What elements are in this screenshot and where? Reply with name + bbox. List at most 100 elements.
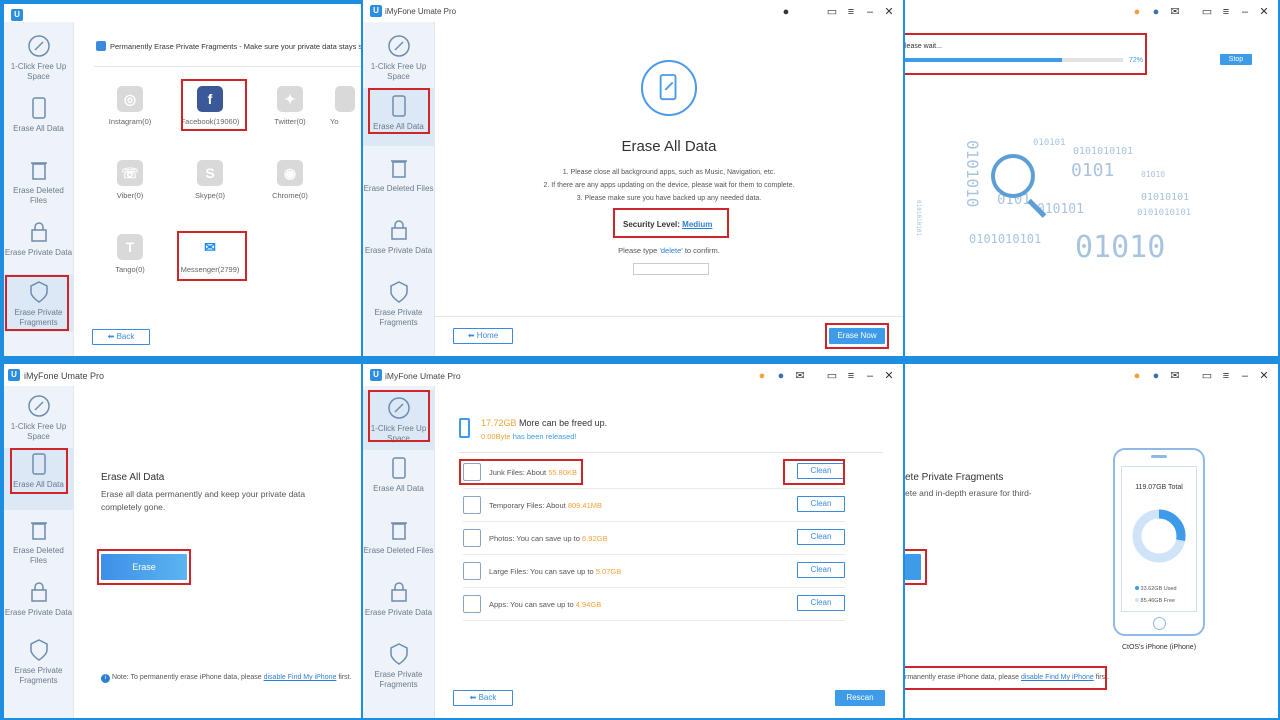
sidebar-item-label: Erase All Data — [13, 124, 64, 133]
sidebar-item-erase-all-data[interactable]: Erase All Data — [363, 88, 434, 146]
freed-text: More can be freed up. — [519, 418, 608, 428]
page-title: ete Private Fragments — [905, 472, 1004, 483]
sidebar-item-erase-deleted[interactable]: Erase Deleted Files — [4, 158, 73, 205]
legend-label: 85.46GB Free — [1140, 598, 1176, 604]
phone-erase-icon — [641, 60, 697, 116]
mail-icon[interactable]: ✉ — [1169, 369, 1181, 382]
menu-icon[interactable]: ≡ — [845, 370, 857, 382]
user-icon[interactable]: ● — [1150, 6, 1162, 18]
app-instagram[interactable]: ◎ Instagram(0) — [95, 86, 165, 126]
stop-button[interactable]: Stop — [1220, 54, 1252, 65]
menu-icon[interactable]: ≡ — [1220, 370, 1232, 382]
erase-now-button[interactable]: Erase Now — [829, 328, 885, 344]
sidebar-item-free-up-space[interactable]: 1-Click Free Up Space — [4, 34, 73, 92]
minimize-icon[interactable]: – — [864, 370, 876, 382]
app-messenger[interactable]: ✉ Messenger(2799) — [175, 234, 245, 274]
list-item: Large Files: You can save up to 5.07GB C… — [463, 556, 845, 588]
disable-find-my-iphone-link[interactable]: disable Find My iPhone — [264, 674, 337, 681]
sidebar-item-free-up-space[interactable]: 1-Click Free Up Space — [4, 394, 73, 452]
sidebar-item-erase-all-data[interactable]: Erase All Data — [4, 448, 73, 510]
app-title: iMyFone Umate Pro — [385, 371, 461, 381]
disable-find-my-iphone-link[interactable]: disable Find My iPhone — [1021, 674, 1094, 681]
feedback-icon[interactable]: ▭ — [826, 369, 838, 382]
app-chrome[interactable]: ◉ Chrome(0) — [255, 160, 325, 200]
clean-button[interactable]: Clean — [797, 529, 845, 545]
app-twitter[interactable]: ✦ Twitter(0) — [255, 86, 325, 126]
rescan-button[interactable]: Rescan — [835, 690, 885, 706]
binary-text: 0101010101 — [1073, 146, 1134, 157]
instruction-step: 3. Please make sure you have backed up a… — [576, 195, 762, 202]
shop-icon[interactable]: ● — [1131, 370, 1143, 382]
feedback-icon[interactable]: ▭ — [826, 5, 838, 18]
app-youtube[interactable]: Yo — [330, 86, 361, 126]
user-icon[interactable]: ● — [780, 6, 792, 18]
sidebar-item-label: Erase Private Data — [4, 248, 73, 257]
tango-icon: T — [117, 234, 143, 260]
app-viber[interactable]: ☏ Viber(0) — [95, 160, 165, 200]
clean-button[interactable]: Clean — [797, 562, 845, 578]
back-button[interactable]: ⬅ Back — [92, 329, 150, 345]
sidebar-item-erase-fragments[interactable]: Erase Private Fragments — [4, 638, 73, 696]
lock-icon — [30, 222, 47, 242]
sidebar-item-erase-deleted[interactable]: Erase Deleted Files — [363, 156, 434, 200]
sidebar-item-erase-private[interactable]: Erase Private Data — [4, 580, 73, 624]
close-icon[interactable]: ✕ — [1258, 5, 1270, 18]
app-label: Skype(0) — [194, 191, 225, 200]
user-icon[interactable]: ● — [1150, 370, 1162, 382]
storage-total: 119.07GB Total — [1135, 484, 1183, 491]
shop-icon[interactable]: ● — [756, 370, 768, 382]
feedback-icon[interactable]: ▭ — [1201, 5, 1213, 18]
mail-icon[interactable]: ✉ — [1169, 5, 1181, 18]
binary-text: 01010 — [1075, 230, 1166, 265]
row-text: Temporary Files: About 809.41MB — [489, 501, 602, 510]
app-skype[interactable]: S Skype(0) — [175, 160, 245, 200]
home-button[interactable]: ⬅ Home — [453, 328, 513, 344]
sidebar-item-erase-fragments[interactable]: Erase Private Fragments — [363, 280, 434, 338]
clean-button[interactable]: Clean — [797, 496, 845, 512]
sidebar-item-erase-private[interactable]: Erase Private Data — [363, 580, 434, 624]
app-facebook[interactable]: f Facebook(19060) — [175, 86, 245, 126]
user-icon[interactable]: ● — [775, 370, 787, 382]
sidebar-item-label: Erase Private Fragments — [14, 666, 63, 685]
shield-icon — [389, 643, 408, 665]
confirm-input[interactable] — [633, 263, 709, 275]
sidebar-item-erase-deleted[interactable]: Erase Deleted Files — [4, 518, 73, 565]
sidebar-item-erase-deleted[interactable]: Erase Deleted Files — [363, 518, 434, 562]
progress-fill — [905, 58, 1062, 62]
app-tango[interactable]: T Tango(0) — [95, 234, 165, 274]
progress-percent: 72% — [1129, 57, 1144, 64]
close-icon[interactable]: ✕ — [883, 5, 895, 18]
sidebar-item-label: 1-Click Free Up Space — [10, 422, 67, 441]
row-label: Temporary Files: — [489, 501, 545, 510]
minimize-icon[interactable]: – — [1239, 6, 1251, 18]
device-name: CtOS's iPhone (iPhone) — [1121, 644, 1197, 651]
clean-button[interactable]: Clean — [797, 595, 845, 611]
sidebar-item-erase-private[interactable]: Erase Private Data — [363, 218, 434, 262]
back-button[interactable]: ⬅ Back — [453, 690, 513, 706]
security-level-link[interactable]: Medium — [682, 220, 712, 229]
app-logo-icon: U — [370, 369, 382, 381]
minimize-icon[interactable]: – — [1239, 370, 1251, 382]
erase-button[interactable]: Erase — [101, 554, 187, 580]
sidebar-item-erase-all-data[interactable]: Erase All Data — [4, 96, 73, 136]
sidebar-item-erase-private[interactable]: Erase Private Data — [4, 220, 73, 264]
sidebar-item-erase-all-data[interactable]: Erase All Data — [363, 456, 434, 500]
sidebar-item-erase-fragments[interactable]: Erase Private Fragments — [4, 274, 73, 332]
menu-icon[interactable]: ≡ — [1220, 6, 1232, 18]
instructions: 1. Please close all background apps, suc… — [435, 166, 903, 205]
broom-icon — [27, 35, 50, 57]
sidebar-item-erase-fragments[interactable]: Erase Private Fragments — [363, 642, 434, 700]
note-text: Note: To permanently erase iPhone data, … — [111, 674, 262, 681]
minimize-icon[interactable]: – — [864, 6, 876, 18]
temp-file-icon — [463, 496, 481, 514]
close-icon[interactable]: ✕ — [1258, 369, 1270, 382]
close-icon[interactable]: ✕ — [883, 369, 895, 382]
sidebar-item-free-up-space[interactable]: 1-Click Free Up Space — [363, 390, 434, 450]
mail-icon[interactable]: ✉ — [794, 369, 806, 382]
clean-button[interactable]: Clean — [797, 463, 845, 479]
erase-button[interactable] — [905, 554, 921, 580]
menu-icon[interactable]: ≡ — [845, 6, 857, 18]
sidebar-item-free-up-space[interactable]: 1-Click Free Up Space — [363, 34, 434, 92]
shop-icon[interactable]: ● — [1131, 6, 1143, 18]
feedback-icon[interactable]: ▭ — [1201, 369, 1213, 382]
